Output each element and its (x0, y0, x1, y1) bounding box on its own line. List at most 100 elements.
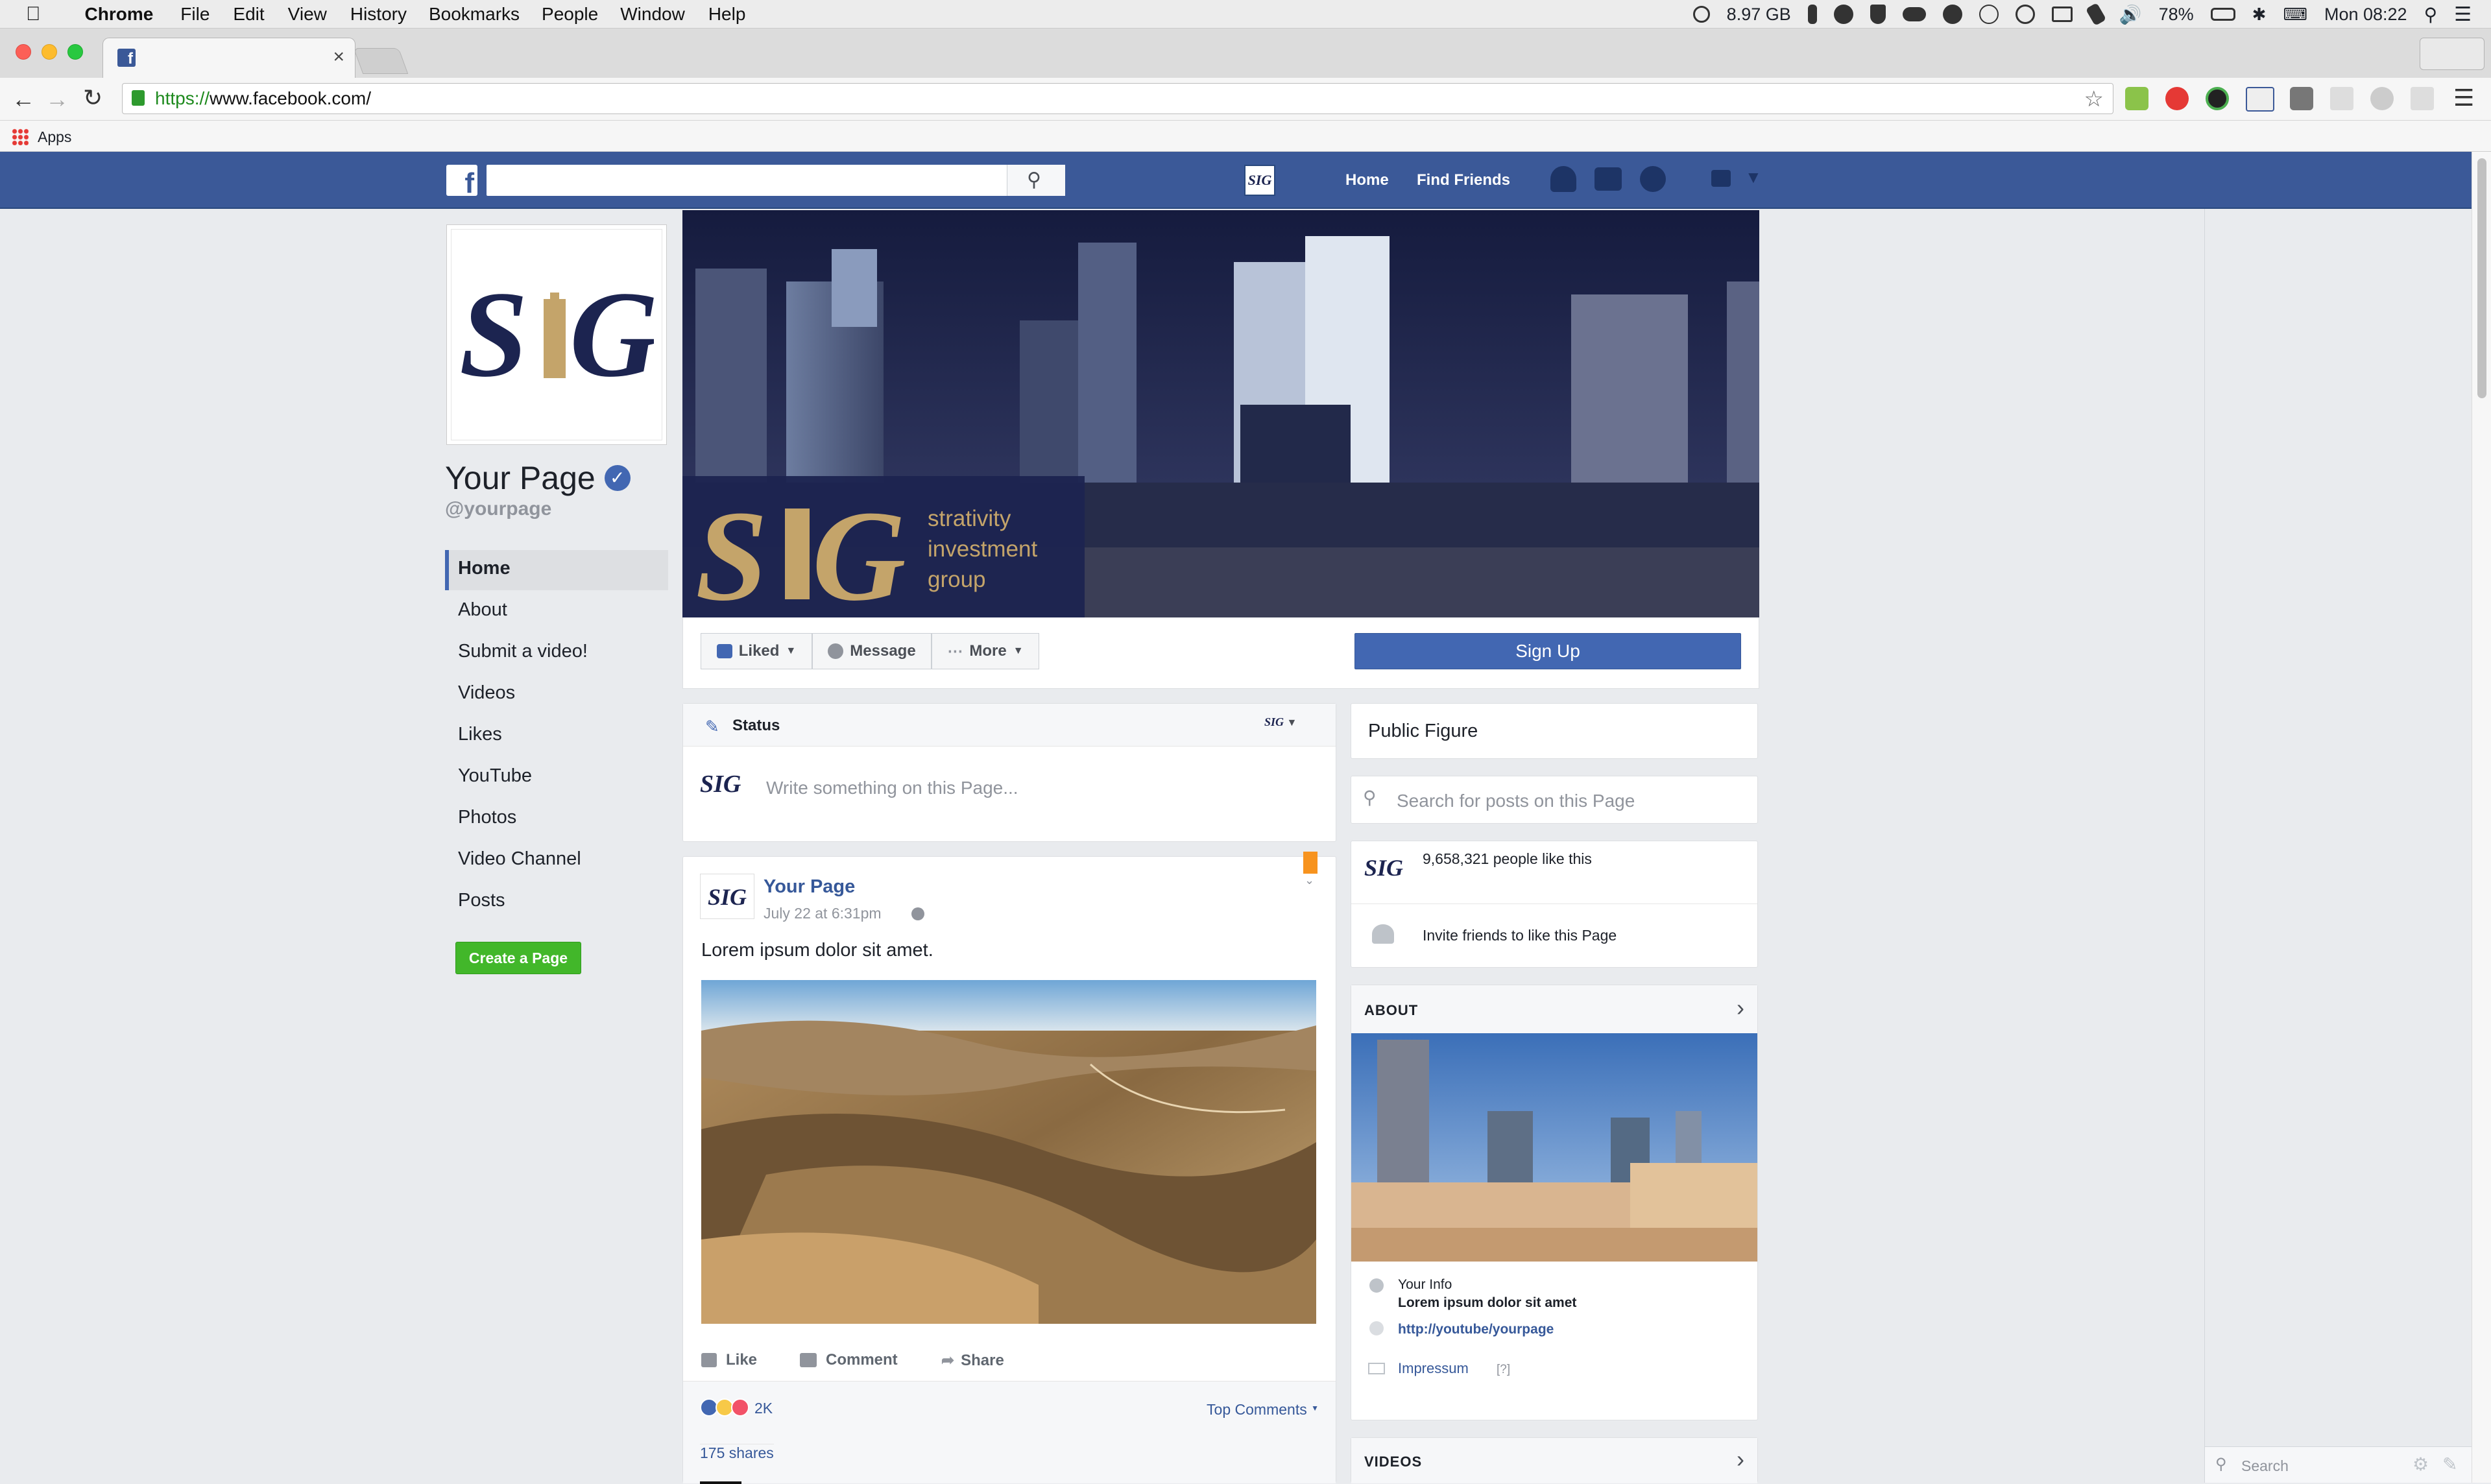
post-as-selector[interactable]: SIG ▼ (1264, 715, 1297, 729)
menu-window[interactable]: Window (620, 4, 685, 25)
page-category[interactable]: Public Figure (1368, 721, 1478, 742)
extension-icon-4[interactable] (2246, 87, 2274, 112)
notifications-globe-icon[interactable] (1640, 166, 1666, 192)
cloud-icon[interactable] (1902, 7, 1926, 21)
battery-icon[interactable] (2210, 8, 2235, 21)
about-city-image[interactable] (1351, 1033, 1757, 1262)
dashlane-icon[interactable] (1979, 5, 1999, 24)
address-bar[interactable]: https:// www.facebook.com/ ☆ (122, 83, 2113, 114)
apps-grid-icon[interactable] (12, 128, 29, 145)
composer-input[interactable]: Write something on this Page... (766, 778, 1018, 798)
bluetooth-icon[interactable]: ✱ (2252, 5, 2267, 25)
nav-find-friends[interactable]: Find Friends (1417, 171, 1510, 189)
extension-icon-2[interactable] (2165, 87, 2189, 110)
extension-icon-8[interactable] (2411, 87, 2434, 110)
bookmark-star-icon[interactable]: ☆ (2084, 86, 2104, 112)
left-nav-video-channel[interactable]: Video Channel (458, 848, 581, 870)
extension-icon-1[interactable] (2125, 87, 2148, 110)
extension-icon-5[interactable] (2290, 87, 2313, 110)
browser-tab-facebook[interactable]: f × (102, 38, 355, 78)
time-machine-icon[interactable] (2015, 5, 2035, 24)
videos-header[interactable]: VIDEOS › (1351, 1438, 1757, 1483)
reaction-count[interactable]: 2K (754, 1400, 773, 1417)
privacy-lock-icon[interactable] (1711, 170, 1731, 187)
sign-up-button[interactable]: Sign Up (1354, 633, 1741, 669)
message-button[interactable]: Message (812, 633, 932, 669)
forward-arrow-icon[interactable]: → (45, 86, 69, 113)
window-zoom-button[interactable] (67, 44, 83, 60)
apple-icon[interactable]:  (26, 3, 41, 25)
impressum-link[interactable]: Impressum (1398, 1360, 1469, 1377)
page-search-box[interactable]: ⚲ Search for posts on this Page (1351, 776, 1758, 824)
facebook-logo-icon[interactable]: f (446, 165, 477, 199)
friend-requests-icon[interactable] (1550, 166, 1576, 192)
chat-search-input[interactable]: Search (2241, 1457, 2289, 1475)
facebook-search-input[interactable] (487, 165, 1065, 196)
liked-button[interactable]: Liked ▼ (701, 633, 812, 669)
volume-icon[interactable]: 🔊 (2119, 4, 2142, 25)
tab-close-icon[interactable]: × (333, 46, 344, 68)
drive-icon[interactable] (1692, 6, 1710, 23)
compose-icon[interactable]: ✎ (2442, 1454, 2457, 1475)
page-scrollbar[interactable] (2472, 152, 2491, 1483)
extension-icon-7[interactable] (2370, 87, 2394, 110)
profile-picture[interactable]: S G (446, 224, 667, 445)
nav-home[interactable]: Home (1345, 171, 1389, 189)
likes-count[interactable]: 9,658,321 people like this (1423, 850, 1592, 868)
post-menu-chevron-icon[interactable]: ⌄ (1305, 874, 1314, 887)
creative-cloud-icon[interactable] (1833, 5, 1853, 24)
menu-edit[interactable]: Edit (233, 4, 264, 25)
status-tab[interactable]: Status (732, 717, 780, 735)
new-tab-button[interactable] (353, 48, 409, 74)
header-page-avatar[interactable]: SIG (1244, 165, 1275, 196)
comment-action[interactable]: Comment (800, 1351, 898, 1369)
more-button[interactable]: ⋯ More ▼ (932, 633, 1039, 669)
menu-file[interactable]: File (180, 4, 210, 25)
wifi-icon[interactable]: ⌨ (2283, 5, 2307, 25)
post-author[interactable]: Your Page (764, 876, 855, 898)
battery-readout[interactable]: 78% (2159, 5, 2194, 25)
share-count[interactable]: 175 shares (700, 1444, 774, 1462)
youtube-link[interactable]: http://youtube/yourpage (1398, 1322, 1554, 1337)
page-handle[interactable]: @yourpage (445, 498, 551, 520)
left-nav-likes[interactable]: Likes (458, 724, 502, 745)
scrollbar-thumb[interactable] (2477, 158, 2486, 398)
post-timestamp[interactable]: July 22 at 6:31pm (764, 905, 882, 922)
clock[interactable]: Mon 08:22 (2324, 5, 2407, 25)
spotlight-icon[interactable]: ⚲ (2424, 4, 2438, 25)
shield-icon[interactable] (1870, 5, 1886, 24)
notification-center-icon[interactable]: ☰ (2454, 3, 2472, 26)
impressum-help[interactable]: [?] (1497, 1363, 1510, 1377)
window-close-button[interactable] (16, 44, 31, 60)
chrome-menu-icon[interactable]: ☰ (2453, 84, 2474, 112)
invite-friends-link[interactable]: Invite friends to like this Page (1423, 927, 1617, 944)
page-name[interactable]: Your Page (445, 459, 596, 497)
paperclip-icon[interactable] (1807, 5, 1817, 24)
share-action[interactable]: ➦ Share (941, 1351, 1004, 1370)
cover-photo[interactable]: S G strativity investment group (682, 210, 1759, 617)
back-arrow-icon[interactable]: ← (12, 86, 35, 113)
page-search-input[interactable]: Search for posts on this Page (1397, 791, 1635, 811)
memory-readout[interactable]: 8.97 GB (1727, 5, 1791, 25)
left-nav-about[interactable]: About (458, 599, 507, 621)
left-nav-videos[interactable]: Videos (458, 682, 515, 704)
menu-history[interactable]: History (350, 4, 407, 25)
menu-app-name[interactable]: Chrome (85, 4, 154, 25)
left-nav-submit-video[interactable]: Submit a video! (458, 641, 588, 662)
apps-bookmark[interactable]: Apps (38, 128, 71, 146)
post-avatar[interactable]: SIG (700, 874, 754, 919)
menu-people[interactable]: People (542, 4, 598, 25)
menu-view[interactable]: View (288, 4, 327, 25)
bookmark-ribbon-icon[interactable] (1303, 852, 1318, 874)
profile-button[interactable] (2420, 38, 2485, 70)
phone-icon[interactable] (2085, 3, 2106, 26)
menu-help[interactable]: Help (708, 4, 746, 25)
left-nav-photos[interactable]: Photos (458, 807, 516, 828)
menu-bookmarks[interactable]: Bookmarks (429, 4, 520, 25)
messages-icon[interactable] (1594, 167, 1622, 191)
reload-icon[interactable]: ↻ (83, 84, 102, 112)
like-action[interactable]: Like (701, 1351, 757, 1369)
account-menu-chevron-icon[interactable]: ▼ (1745, 167, 1762, 187)
left-nav-youtube[interactable]: YouTube (458, 765, 532, 787)
facebook-search-button[interactable]: ⚲ (1007, 165, 1065, 196)
